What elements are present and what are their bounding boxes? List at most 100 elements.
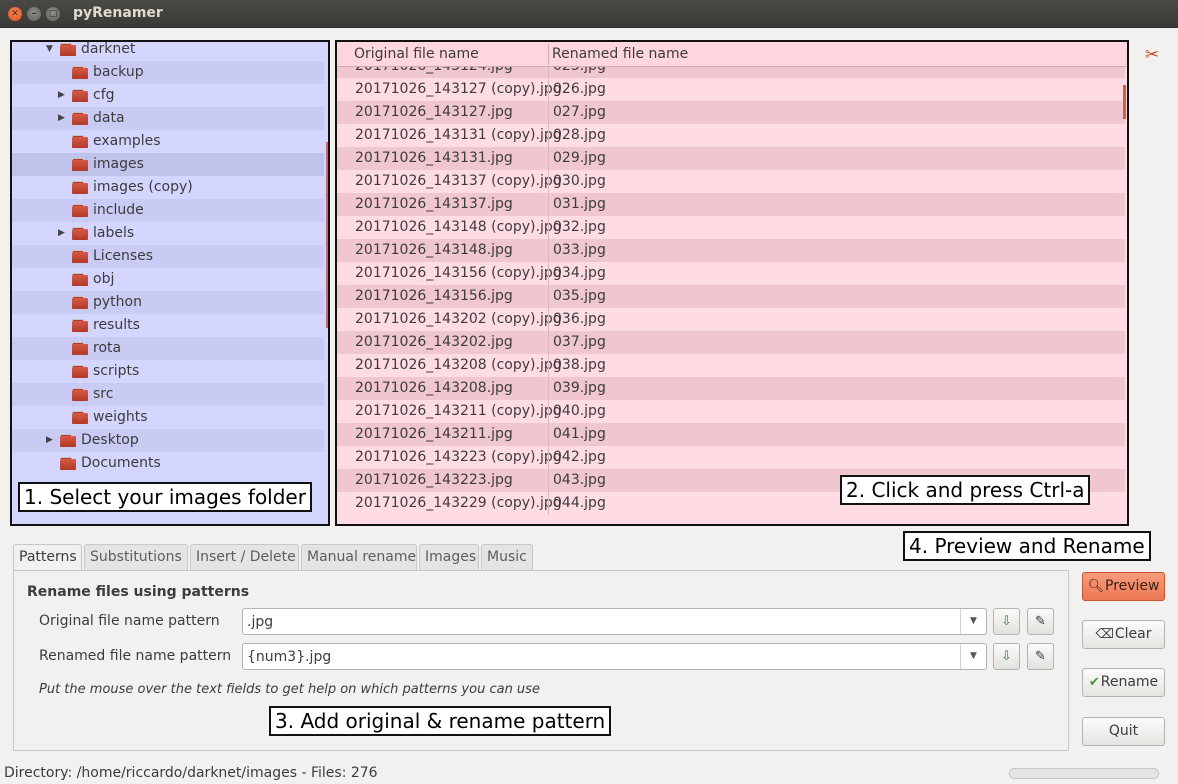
expanded-arrow-icon[interactable]: ▼ [46, 42, 56, 61]
folder-icon [72, 365, 88, 378]
file-list-scrollbar[interactable] [1123, 85, 1126, 119]
column-header-original[interactable]: Original file name [354, 46, 479, 62]
renamed-pattern-combo[interactable]: ▼ [242, 643, 987, 670]
tree-item[interactable]: images [12, 153, 324, 176]
tree-item[interactable]: ▶ cfg [12, 84, 324, 107]
collapsed-arrow-icon[interactable]: ▶ [58, 222, 68, 245]
table-row[interactable]: 20171026_143208 (copy).jpg 038.jpg [337, 354, 1125, 377]
tree-item[interactable]: scripts [12, 360, 324, 383]
original-name-cell: 20171026_143148 (copy).jpg [355, 219, 562, 235]
renamed-name-cell: 036.jpg [553, 311, 606, 327]
file-list[interactable]: 20171026_143124.jpg025.jpg20171026_14312… [335, 40, 1129, 526]
table-row[interactable]: 20171026_143127.jpg 027.jpg [337, 101, 1125, 124]
renamed-pattern-label: Renamed file name pattern [39, 648, 232, 664]
tree-item[interactable]: ▶ Desktop [12, 429, 324, 452]
tab-insert-delete[interactable]: Insert / Delete [190, 544, 299, 571]
table-row[interactable]: 20171026_143131.jpg 029.jpg [337, 147, 1125, 170]
table-row[interactable]: 20171026_143131 (copy).jpg 028.jpg [337, 124, 1125, 147]
collapsed-arrow-icon[interactable]: ▶ [46, 429, 56, 452]
save-pattern-icon[interactable]: ⇩ [993, 643, 1020, 670]
tree-item[interactable]: rota [12, 337, 324, 360]
renamed-name-cell: 037.jpg [553, 334, 606, 350]
original-name-cell: 20171026_143208.jpg [355, 380, 513, 396]
tab-manual-rename[interactable]: Manual rename [301, 544, 417, 571]
renamed-name-cell: 031.jpg [553, 196, 606, 212]
status-bar: Directory: /home/riccardo/darknet/images… [0, 763, 1178, 784]
renamed-name-cell: 042.jpg [553, 449, 606, 465]
window-title: pyRenamer [73, 5, 163, 21]
folder-tree[interactable]: ▼ darknet backup ▶ cfg ▶ data examples images ima… [10, 40, 330, 526]
original-name-cell: 20171026_143156.jpg [355, 288, 513, 304]
tree-item[interactable]: python [12, 291, 324, 314]
table-row[interactable]: 20171026_143148.jpg 033.jpg [337, 239, 1125, 262]
tree-item[interactable]: weights [12, 406, 324, 429]
renamed-name-cell: 026.jpg [553, 81, 606, 97]
table-row[interactable]: 20171026_143211 (copy).jpg 040.jpg [337, 400, 1125, 423]
folder-icon [72, 204, 88, 217]
tree-item[interactable]: images (copy) [12, 176, 324, 199]
rename-button[interactable]: ✔Rename [1082, 668, 1165, 697]
edit-pattern-icon[interactable]: ✎ [1027, 608, 1054, 635]
tree-item[interactable]: Documents [12, 452, 324, 475]
renamed-name-cell: 033.jpg [553, 242, 606, 258]
tree-item[interactable]: ▶ data [12, 107, 324, 130]
folder-icon [60, 457, 76, 470]
preview-button[interactable]: 🔍︎Preview [1082, 572, 1165, 601]
table-row[interactable]: 20171026_143202 (copy).jpg 036.jpg [337, 308, 1125, 331]
save-pattern-icon[interactable]: ⇩ [993, 608, 1020, 635]
original-name-cell: 20171026_143208 (copy).jpg [355, 357, 562, 373]
tab-music[interactable]: Music [481, 544, 533, 571]
original-name-cell: 20171026_143202.jpg [355, 334, 513, 350]
table-row[interactable]: 20171026_143156.jpg 035.jpg [337, 285, 1125, 308]
tree-scrollbar[interactable] [326, 142, 328, 328]
quit-button[interactable]: Quit [1082, 717, 1165, 746]
tree-item[interactable]: backup [12, 61, 324, 84]
folder-icon [60, 434, 76, 447]
edit-pattern-icon[interactable]: ✎ [1027, 643, 1054, 670]
table-row[interactable]: 20171026_143148 (copy).jpg 032.jpg [337, 216, 1125, 239]
renamed-name-cell: 041.jpg [553, 426, 606, 442]
original-pattern-combo[interactable]: ▼ [242, 608, 987, 635]
table-row[interactable]: 20171026_143137 (copy).jpg 030.jpg [337, 170, 1125, 193]
table-row[interactable]: 20171026_143211.jpg 041.jpg [337, 423, 1125, 446]
collapsed-arrow-icon[interactable]: ▶ [58, 84, 68, 107]
table-row[interactable]: 20171026_143156 (copy).jpg 034.jpg [337, 262, 1125, 285]
tree-item-label: results [93, 317, 140, 333]
minimize-window-button[interactable]: – [27, 7, 41, 21]
clear-button[interactable]: ⌫Clear [1082, 620, 1165, 649]
cell-divider [548, 262, 549, 285]
cell-divider [548, 354, 549, 377]
chevron-down-icon[interactable]: ▼ [960, 644, 986, 669]
tree-item-label: images [93, 156, 144, 172]
tree-item[interactable]: ▼ darknet [12, 41, 324, 61]
tree-item[interactable]: src [12, 383, 324, 406]
tree-item[interactable]: examples [12, 130, 324, 153]
folder-icon [60, 43, 76, 56]
tree-item[interactable]: obj [12, 268, 324, 291]
chevron-down-icon[interactable]: ▼ [960, 609, 986, 634]
tab-patterns[interactable]: Patterns [13, 544, 82, 572]
table-row[interactable]: 20171026_143202.jpg 037.jpg [337, 331, 1125, 354]
table-row[interactable]: 20171026_143127 (copy).jpg 026.jpg [337, 78, 1125, 101]
tree-item-label: darknet [81, 41, 136, 57]
table-row[interactable]: 20171026_143208.jpg 039.jpg [337, 377, 1125, 400]
renamed-pattern-input[interactable] [247, 647, 947, 667]
tree-item[interactable]: Licenses [12, 245, 324, 268]
checkmark-icon: ✔ [1088, 675, 1100, 690]
renamed-name-cell: 039.jpg [553, 380, 606, 396]
tree-item[interactable]: include [12, 199, 324, 222]
table-row[interactable]: 20171026_143137.jpg 031.jpg [337, 193, 1125, 216]
tree-item[interactable]: ▶ labels [12, 222, 324, 245]
collapsed-arrow-icon[interactable]: ▶ [58, 107, 68, 130]
original-pattern-input[interactable] [247, 612, 947, 632]
maximize-window-button[interactable]: □ [46, 7, 60, 21]
close-window-button[interactable]: ✕ [8, 7, 22, 21]
tree-item[interactable]: results [12, 314, 324, 337]
tab-images[interactable]: Images [419, 544, 479, 571]
tab-substitutions[interactable]: Substitutions [84, 544, 188, 571]
preferences-icon[interactable]: ✂ [1141, 44, 1163, 66]
table-row[interactable]: 20171026_143223 (copy).jpg 042.jpg [337, 446, 1125, 469]
cell-divider [548, 101, 549, 124]
column-header-renamed[interactable]: Renamed file name [552, 46, 688, 62]
column-divider[interactable] [548, 44, 549, 65]
